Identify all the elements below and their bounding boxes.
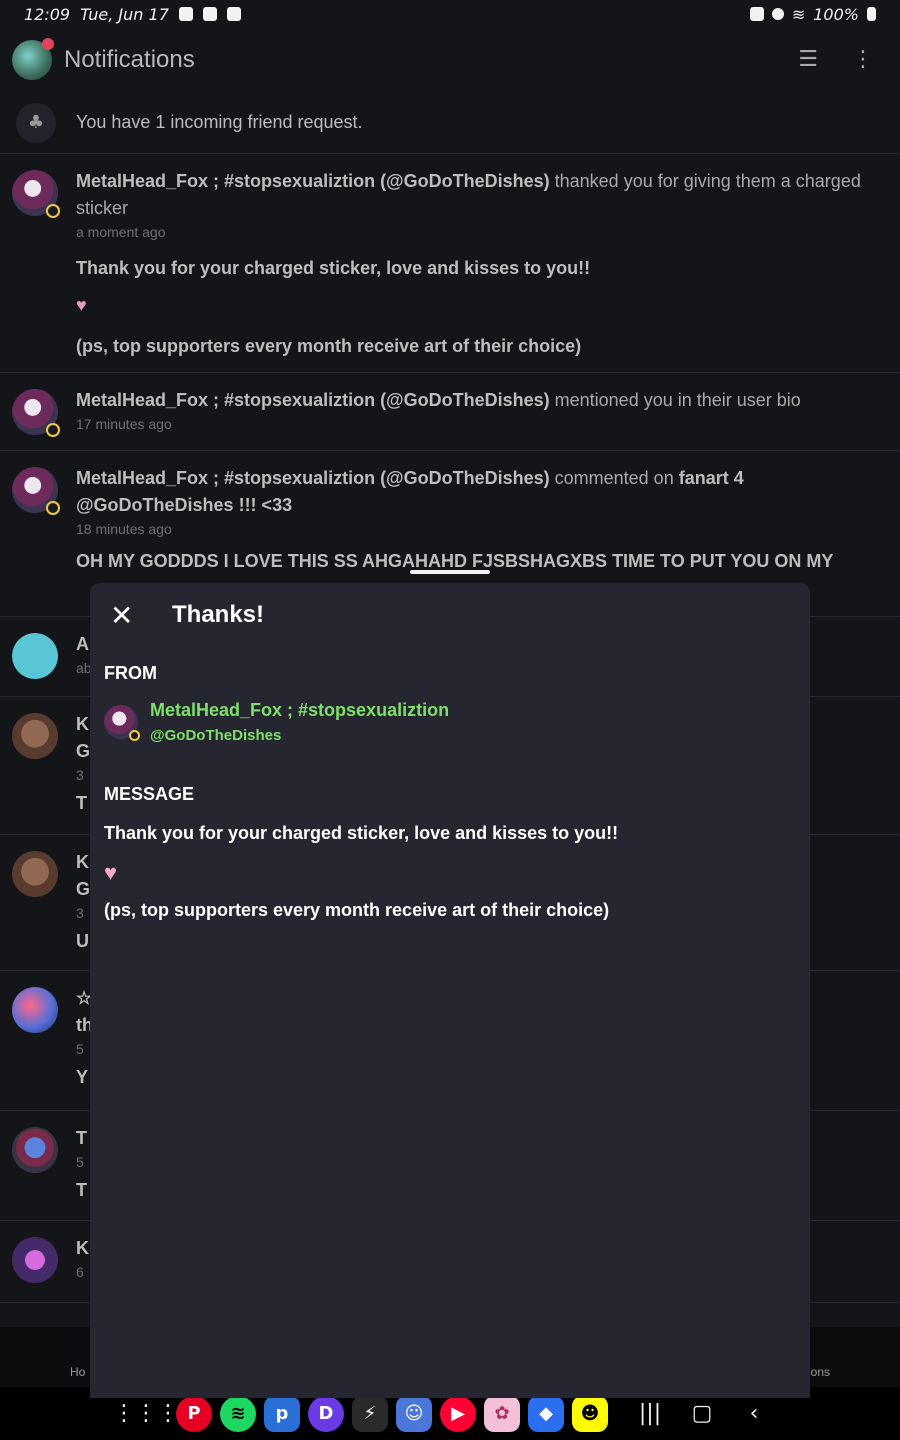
badge-icon xyxy=(46,501,60,515)
friend-request-text: You have 1 incoming friend request. xyxy=(76,112,363,132)
partial-text: K xyxy=(76,852,89,872)
status-bar: 12:09 Tue, Jun 17 ≋ 100% xyxy=(0,0,900,28)
from-label: FROM xyxy=(104,663,157,683)
anime-app-icon[interactable]: ☺ xyxy=(396,1395,432,1432)
dialog-title: Thanks! xyxy=(172,601,265,628)
notification-message-extra: (ps, top supporters every month receive … xyxy=(76,336,582,356)
notification-icon xyxy=(178,7,193,21)
notification-item[interactable]: MetalHead_Fox ; #stopsexualiztion (@GoDo… xyxy=(0,154,900,373)
badge-icon xyxy=(46,423,60,437)
avatar[interactable] xyxy=(12,851,58,897)
notification-time: a moment ago xyxy=(76,224,166,240)
tab-home[interactable]: Ho xyxy=(70,1365,85,1379)
status-date: Tue, Jun 17 xyxy=(80,4,169,24)
notification-action: mentioned you in their user bio xyxy=(554,390,801,410)
friends-icon: ♣ xyxy=(16,102,56,143)
app-bar: Notifications ☰ ⋮ xyxy=(0,28,900,92)
badge-icon xyxy=(129,730,140,741)
gacha-icon[interactable]: ✿ xyxy=(484,1395,520,1432)
wifi-icon: ≋ xyxy=(791,4,806,24)
notification-target[interactable]: fanart 4 xyxy=(679,468,744,488)
app-logo[interactable] xyxy=(12,38,54,80)
mute-icon xyxy=(771,8,784,20)
notification-target-cont[interactable]: @GoDoTheDishes !!! <33 xyxy=(76,495,292,515)
bolt-icon[interactable]: ⚡ xyxy=(352,1395,388,1432)
notification-time: 17 minutes ago xyxy=(76,416,172,432)
filter-icon[interactable]: ☰ xyxy=(798,49,818,71)
battery-icon xyxy=(867,7,876,21)
avatar[interactable] xyxy=(12,467,60,515)
notification-actor[interactable]: MetalHead_Fox ; #stopsexualiztion (@GoDo… xyxy=(76,390,550,410)
apps-grid-icon[interactable]: ⋮⋮⋮ xyxy=(113,1396,179,1432)
notification-time: 18 minutes ago xyxy=(76,521,172,537)
partial-text: A xyxy=(76,634,89,654)
avatar[interactable] xyxy=(12,389,60,437)
sender-handle[interactable]: @GoDoTheDishes xyxy=(150,727,449,744)
message-label: MESSAGE xyxy=(104,784,195,804)
partial-text: K xyxy=(76,1238,89,1258)
back-icon[interactable]: ‹ xyxy=(732,1396,776,1432)
video-icon xyxy=(226,7,241,21)
sheet-drag-handle[interactable] xyxy=(410,570,490,574)
notification-actor[interactable]: MetalHead_Fox ; #stopsexualiztion (@GoDo… xyxy=(76,171,550,191)
partial-text: G xyxy=(76,879,91,899)
avatar[interactable] xyxy=(12,633,58,679)
recents-icon[interactable]: ||| xyxy=(628,1396,672,1432)
battery-saver-icon xyxy=(749,7,764,21)
avatar[interactable] xyxy=(12,713,58,759)
partial-text: G xyxy=(76,741,91,761)
picsart-icon[interactable]: p xyxy=(264,1395,300,1432)
sender-avatar[interactable] xyxy=(104,705,140,741)
partial-text: T xyxy=(76,1128,87,1148)
avatar[interactable] xyxy=(12,170,60,218)
pstream-icon[interactable]: D xyxy=(308,1395,344,1432)
close-icon[interactable]: ✕ xyxy=(110,599,134,632)
thanks-dialog: ✕ Thanks! FROM MetalHead_Fox ; #stopsexu… xyxy=(90,583,810,1398)
partial-text: K xyxy=(76,714,89,734)
notification-action: commented on xyxy=(554,468,674,488)
snapchat-icon[interactable]: ☻ xyxy=(572,1395,608,1432)
message-text: Thank you for your charged sticker, love… xyxy=(104,823,619,843)
pinterest-icon[interactable]: P xyxy=(176,1395,212,1432)
avatar[interactable] xyxy=(12,1127,58,1173)
notification-message: OH MY GODDDS I LOVE THIS SS AHGAHAHD FJS… xyxy=(76,551,834,571)
avatar[interactable] xyxy=(12,987,58,1033)
notification-item[interactable]: MetalHead_Fox ; #stopsexualiztion (@GoDo… xyxy=(0,373,900,451)
heart-icon: ♥ xyxy=(76,295,87,315)
status-time: 12:09 xyxy=(24,4,71,24)
page-title: Notifications xyxy=(64,46,195,73)
message-text-extra: (ps, top supporters every month receive … xyxy=(104,900,610,920)
badge-icon xyxy=(46,204,60,218)
avatar[interactable] xyxy=(12,1237,58,1283)
bag-icon xyxy=(202,7,217,21)
sender-name[interactable]: MetalHead_Fox ; #stopsexualiztion xyxy=(150,700,449,721)
more-options-icon[interactable]: ⋮ xyxy=(852,49,874,71)
sender-row[interactable]: MetalHead_Fox ; #stopsexualiztion @GoDoT… xyxy=(90,684,810,744)
roblox-icon[interactable]: ◆ xyxy=(528,1395,564,1432)
friend-request-row[interactable]: ♣ You have 1 incoming friend request. xyxy=(0,92,900,154)
youtube-music-icon[interactable]: ▶ xyxy=(440,1395,476,1432)
notification-message: Thank you for your charged sticker, love… xyxy=(76,258,591,278)
notification-actor[interactable]: MetalHead_Fox ; #stopsexualiztion (@GoDo… xyxy=(76,468,550,488)
battery-level: 100% xyxy=(813,4,859,24)
heart-icon: ♥ xyxy=(104,860,118,885)
spotify-icon[interactable]: ≋ xyxy=(220,1395,256,1432)
home-icon[interactable]: ▢ xyxy=(680,1396,724,1432)
